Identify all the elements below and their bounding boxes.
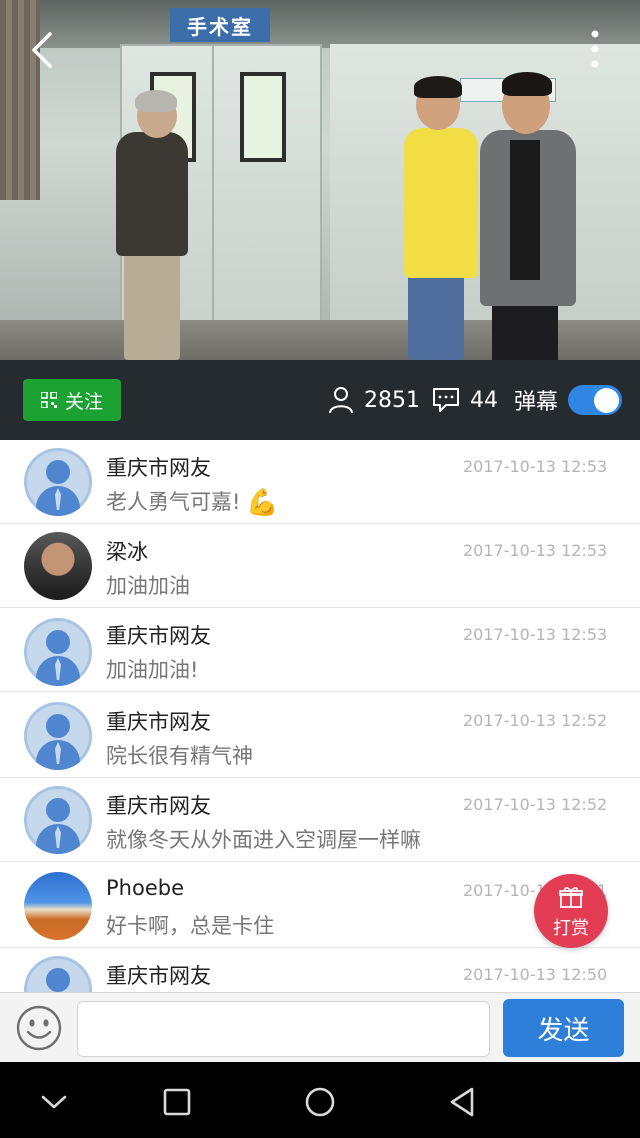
comment-text-value: 老人勇气可嘉!	[106, 490, 241, 514]
viewer-count: 2851	[328, 384, 420, 416]
viewer-count-value: 2851	[364, 387, 420, 413]
nav-home-button[interactable]	[300, 1082, 340, 1122]
comment-time: 2017-10-13 12:53	[463, 457, 608, 476]
list-item: 重庆市网友 2017-10-13 12:52 院长很有精气神	[0, 694, 640, 778]
avatar[interactable]	[24, 448, 92, 516]
square-icon	[163, 1088, 191, 1116]
list-item: 梁冰 2017-10-13 12:53 加油加油	[0, 524, 640, 608]
qr-grid-icon	[40, 392, 57, 408]
send-button[interactable]: 发送	[503, 999, 624, 1057]
avatar[interactable]	[24, 702, 92, 770]
comment-input-bar: 发送	[0, 992, 640, 1062]
person-reporter-shirt	[510, 140, 540, 280]
emoji-button[interactable]	[16, 1005, 62, 1051]
person-yellow-shirt-hair	[414, 76, 462, 98]
comment-author: 重庆市网友	[106, 624, 211, 648]
person-reporter-legs	[492, 300, 558, 360]
person-reporter-hair	[502, 72, 552, 96]
comment-text: 院长很有精气神	[106, 744, 253, 768]
avatar[interactable]	[24, 786, 92, 854]
flexed-biceps-icon: 💪	[246, 488, 279, 518]
comment-input[interactable]	[77, 1001, 490, 1057]
list-item: 重庆市网友 2017-10-13 12:53 老人勇气可嘉! 💪	[0, 440, 640, 524]
comment-text: 好卡啊，总是卡住	[106, 914, 274, 938]
person-icon	[329, 387, 353, 414]
follow-label: 关注	[64, 390, 103, 413]
comment-time: 2017-10-13 12:53	[463, 541, 608, 560]
avatar[interactable]	[24, 956, 92, 992]
back-arrow-icon	[32, 32, 52, 68]
nav-recent-button[interactable]	[157, 1082, 197, 1122]
comment-bubble-icon	[433, 388, 459, 412]
nav-back-button[interactable]	[442, 1082, 482, 1122]
person-old-man-legs	[124, 252, 180, 360]
comment-time: 2017-10-13 12:52	[463, 711, 608, 730]
list-item: 重庆市网友 2017-10-13 12:52 就像冬天从外面进入空调屋一样嘛	[0, 778, 640, 862]
comment-count-value: 44	[470, 387, 498, 413]
chevron-down-icon	[41, 1095, 67, 1109]
person-yellow-shirt-legs	[408, 272, 464, 360]
danmu-label: 弹幕	[514, 390, 559, 415]
tip-button[interactable]: 打赏	[534, 874, 608, 948]
avatar[interactable]	[24, 872, 92, 940]
stats-bar: 关注 2851 44 弹幕	[0, 360, 640, 440]
avatar[interactable]	[24, 618, 92, 686]
nav-hide-button[interactable]	[34, 1082, 74, 1122]
tip-label: 打赏	[553, 918, 589, 939]
video-wall	[0, 0, 640, 48]
comment-text: 就像冬天从外面进入空调屋一样嘛	[106, 828, 421, 852]
danmu-toggle-knob	[594, 388, 619, 413]
follow-button[interactable]: 关注	[23, 379, 121, 421]
person-yellow-shirt	[404, 128, 478, 278]
comment-author: 梁冰	[106, 540, 148, 564]
comment-author: 重庆市网友	[106, 964, 211, 988]
comment-text: 加油加油	[106, 574, 190, 598]
list-item: 重庆市网友 2017-10-13 12:53 加油加油!	[0, 608, 640, 692]
comment-author: Phoebe	[106, 876, 184, 900]
comment-time: 2017-10-13 12:53	[463, 625, 608, 644]
person-old-man-hair	[135, 90, 177, 112]
live-video[interactable]: 手术室	[0, 0, 640, 360]
person-old-man	[116, 132, 188, 256]
avatar[interactable]	[24, 532, 92, 600]
circle-icon	[305, 1087, 335, 1117]
more-button[interactable]	[580, 28, 610, 72]
comment-text: 加油加油!	[106, 658, 199, 682]
more-vertical-icon	[591, 30, 599, 68]
comment-text: 老人勇气可嘉! 💪	[106, 486, 279, 518]
gift-icon	[559, 887, 583, 908]
comment-author: 重庆市网友	[106, 710, 211, 734]
comment-author: 重庆市网友	[106, 456, 211, 480]
comment-count: 44	[432, 384, 498, 416]
video-sign: 手术室	[170, 8, 270, 42]
comment-time: 2017-10-13 12:52	[463, 795, 608, 814]
system-nav-bar	[0, 1062, 640, 1138]
video-door-right	[212, 44, 322, 344]
triangle-back-icon	[450, 1087, 474, 1117]
back-button[interactable]	[26, 30, 62, 70]
comment-author: 重庆市网友	[106, 794, 211, 818]
comment-time: 2017-10-13 12:50	[463, 965, 608, 984]
list-item: 重庆市网友 2017-10-13 12:50	[0, 948, 640, 992]
smiley-icon	[16, 1005, 62, 1051]
